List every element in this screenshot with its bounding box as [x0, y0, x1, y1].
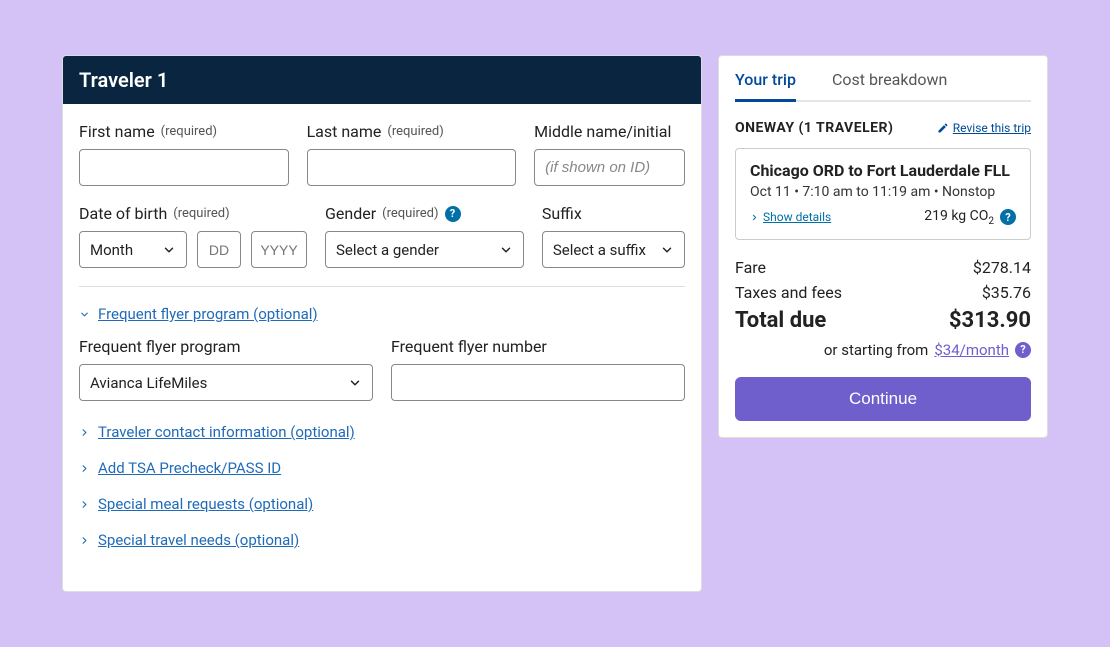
chevron-right-icon [79, 499, 90, 510]
ff-number-label: Frequent flyer number [391, 337, 685, 356]
middle-name-label: Middle name/initial [534, 122, 685, 141]
co2-help-icon[interactable]: ? [1000, 209, 1016, 225]
meal-accordion[interactable]: Special meal requests (optional) [79, 495, 685, 513]
chevron-right-icon [79, 463, 90, 474]
dob-day-input[interactable] [197, 231, 241, 268]
revise-trip-link[interactable]: Revise this trip [937, 121, 1031, 135]
tab-your-trip[interactable]: Your trip [735, 70, 796, 102]
ff-program-select[interactable]: Avianca LifeMiles [79, 364, 373, 401]
chevron-right-icon [79, 427, 90, 438]
dob-year-input[interactable] [251, 231, 307, 268]
trip-card: Chicago ORD to Fort Lauderdale FLL Oct 1… [735, 148, 1031, 240]
monthly-help-icon[interactable]: ? [1015, 342, 1031, 358]
show-details-link[interactable]: Show details [750, 210, 831, 224]
chevron-down-icon [348, 376, 362, 390]
gender-help-icon[interactable]: ? [445, 206, 461, 222]
divider [79, 286, 685, 287]
edit-icon [937, 122, 949, 134]
fare-row: Fare $278.14 [735, 258, 1031, 277]
last-name-label: Last name (required) [307, 122, 517, 141]
form-header: Traveler 1 [63, 56, 701, 104]
ff-number-input[interactable] [391, 364, 685, 401]
ff-program-accordion[interactable]: Frequent flyer program (optional) [79, 305, 685, 323]
suffix-label: Suffix [542, 204, 685, 223]
tsa-accordion[interactable]: Add TSA Precheck/PASS ID [79, 459, 685, 477]
continue-button[interactable]: Continue [735, 377, 1031, 421]
monthly-row: or starting from $34/month ? [735, 341, 1031, 359]
contact-info-accordion[interactable]: Traveler contact information (optional) [79, 423, 685, 441]
chevron-down-icon [660, 243, 674, 257]
chevron-right-icon [79, 535, 90, 546]
last-name-input[interactable] [307, 149, 517, 186]
middle-name-input[interactable] [534, 149, 685, 186]
chevron-down-icon [79, 309, 90, 320]
chevron-down-icon [162, 243, 176, 257]
ff-program-label: Frequent flyer program [79, 337, 373, 356]
first-name-input[interactable] [79, 149, 289, 186]
chevron-right-icon [750, 213, 759, 222]
route-details: Oct 11 • 7:10 am to 11:19 am • Nonstop [750, 184, 1016, 200]
gender-label: Gender (required) ? [325, 204, 524, 223]
trip-summary-panel: Your trip Cost breakdown ONEWAY (1 TRAVE… [718, 55, 1048, 438]
needs-accordion[interactable]: Special travel needs (optional) [79, 531, 685, 549]
chevron-down-icon [499, 243, 513, 257]
tab-cost-breakdown[interactable]: Cost breakdown [832, 70, 947, 102]
traveler-form-panel: Traveler 1 First name (required) Last na… [62, 55, 702, 592]
first-name-label: First name (required) [79, 122, 289, 141]
route-text: Chicago ORD to Fort Lauderdale FLL [750, 161, 1016, 180]
trip-type-label: ONEWAY (1 TRAVELER) [735, 120, 893, 136]
taxes-row: Taxes and fees $35.76 [735, 283, 1031, 302]
total-row: Total due $313.90 [735, 308, 1031, 333]
dob-label: Date of birth (required) [79, 204, 307, 223]
co2-label: 219 kg CO2 ? [924, 208, 1016, 227]
monthly-link[interactable]: $34/month [934, 341, 1009, 359]
gender-select[interactable]: Select a gender [325, 231, 524, 268]
suffix-select[interactable]: Select a suffix [542, 231, 685, 268]
dob-month-select[interactable]: Month [79, 231, 187, 268]
